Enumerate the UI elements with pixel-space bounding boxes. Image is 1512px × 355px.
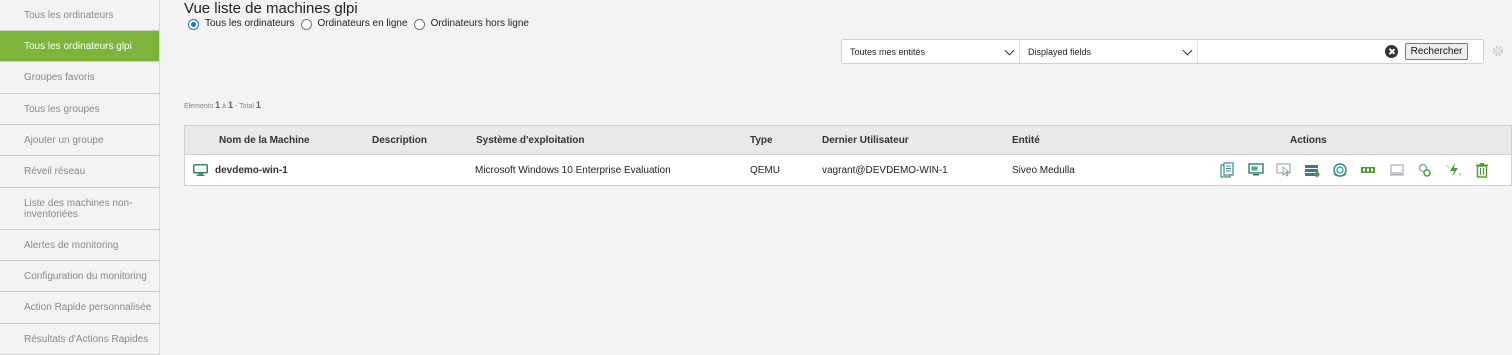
sidebar-item-machines-non-inventoriees[interactable]: Liste des machines non-inventoriées <box>0 188 159 230</box>
backup-icon[interactable] <box>1304 162 1320 178</box>
counter-total-prefix: - Total <box>234 103 254 110</box>
sidebar-item-label: Tous les groupes <box>24 103 100 115</box>
filter-radio-hors-ligne[interactable] <box>413 19 425 30</box>
column-header-description[interactable]: Description <box>372 135 427 146</box>
filter-radio-tous[interactable] <box>188 19 199 30</box>
machine-name-link[interactable]: devdemo-win-1 <box>215 165 288 176</box>
network-icon[interactable] <box>1360 162 1376 178</box>
remote-desktop-icon[interactable] <box>1248 162 1264 178</box>
filter-label-en-ligne[interactable]: Ordinateurs en ligne <box>318 18 408 29</box>
sidebar-item-reveil-reseau[interactable]: Réveil réseau <box>0 156 159 188</box>
entity-select[interactable]: Toutes mes entités <box>842 40 1020 63</box>
sidebar: Tous les ordinateurs Tous les ordinateur… <box>0 0 160 355</box>
sidebar-item-label: Tous les ordinateurs glpi <box>24 40 132 52</box>
sidebar-item-tous-les-groupes[interactable]: Tous les groupes <box>0 94 159 125</box>
search-bar: Toutes mes entités Displayed fields Rech… <box>841 39 1484 64</box>
filter-label-tous[interactable]: Tous les ordinateurs <box>205 18 295 29</box>
clear-icon[interactable] <box>1385 45 1398 58</box>
counter-to: 1 <box>227 100 233 110</box>
counter-prefix: Elements <box>184 103 214 110</box>
sidebar-item-label: Alertes de monitoring <box>24 239 119 251</box>
machine-filter-group: Tous les ordinateurs Ordinateurs en lign… <box>188 16 535 30</box>
quick-action-icon[interactable] <box>1446 162 1462 178</box>
delete-icon[interactable] <box>1474 162 1490 178</box>
column-header-last-user[interactable]: Dernier Utilisateur <box>822 135 909 146</box>
entity-select-value: Toutes mes entités <box>850 46 926 57</box>
sidebar-item-ajouter-un-groupe[interactable]: Ajouter un groupe <box>0 125 159 156</box>
search-input[interactable] <box>1214 43 1394 60</box>
machines-table: Nom de la Machine Description Système d'… <box>184 125 1512 186</box>
counter-middle: à <box>222 103 227 110</box>
monitor-icon <box>193 164 208 176</box>
fields-select[interactable]: Displayed fields <box>1020 40 1198 63</box>
sidebar-item-resultats-actions-rapides[interactable]: Résultats d'Actions Rapides <box>0 324 159 355</box>
inventory-icon[interactable] <box>1219 162 1235 178</box>
sidebar-item-label: Tous les ordinateurs <box>24 9 114 21</box>
sidebar-item-label: Action Rapide personnalisée <box>24 302 152 313</box>
sidebar-item-label: Groupes favoris <box>24 72 95 83</box>
sidebar-item-tous-les-ordinateurs-glpi[interactable]: Tous les ordinateurs glpi <box>0 31 159 62</box>
vnc-icon[interactable] <box>1276 162 1292 178</box>
console-icon[interactable] <box>1417 162 1433 178</box>
machine-entity: Siveo Medulla <box>1012 165 1075 176</box>
pagination-counter: Elements 1 à 1 - Total 1 <box>184 100 261 110</box>
counter-from: 1 <box>215 100 221 110</box>
sidebar-item-label: Ajouter un groupe <box>24 134 104 146</box>
column-header-type[interactable]: Type <box>750 135 773 146</box>
chevron-down-icon <box>1182 45 1193 56</box>
table-header: Nom de la Machine Description Système d'… <box>185 126 1511 155</box>
sidebar-item-label: Réveil réseau <box>24 166 86 177</box>
gear-icon[interactable] <box>1491 44 1505 58</box>
software-icon[interactable] <box>1332 162 1348 178</box>
sidebar-item-configuration-monitoring[interactable]: Configuration du monitoring <box>0 261 159 292</box>
search-button[interactable]: Rechercher <box>1405 43 1468 60</box>
sidebar-item-action-rapide-personnalisee[interactable]: Action Rapide personnalisée <box>0 292 159 324</box>
machine-type: QEMU <box>750 165 780 176</box>
sidebar-item-label: Résultats d'Actions Rapides <box>24 333 149 345</box>
column-header-actions: Actions <box>1290 135 1327 146</box>
table-row[interactable]: devdemo-win-1 Microsoft Windows 10 Enter… <box>185 155 1511 185</box>
sidebar-item-alertes-monitoring[interactable]: Alertes de monitoring <box>0 230 159 261</box>
column-header-os[interactable]: Système d'exploitation <box>476 135 585 146</box>
machine-os: Microsoft Windows 10 Enterprise Evaluati… <box>475 165 671 176</box>
filter-label-hors-ligne[interactable]: Ordinateurs hors ligne <box>431 18 529 29</box>
chevron-down-icon <box>1004 45 1015 56</box>
counter-total: 1 <box>255 100 261 110</box>
filter-radio-en-ligne[interactable] <box>300 19 312 30</box>
machine-last-user: vagrant@DEVDEMO-WIN-1 <box>822 165 948 176</box>
page-title: Vue liste de machines glpi <box>184 0 358 17</box>
sidebar-item-label: Liste des machines non-inventoriées <box>24 197 133 220</box>
fields-select-value: Displayed fields <box>1028 46 1092 57</box>
sidebar-item-groupes-favoris[interactable]: Groupes favoris <box>0 62 159 94</box>
sidebar-item-tous-les-ordinateurs[interactable]: Tous les ordinateurs <box>0 0 159 31</box>
column-header-entity[interactable]: Entité <box>1012 135 1040 146</box>
column-header-name[interactable]: Nom de la Machine <box>219 135 310 146</box>
app-root: Tous les ordinateurs Tous les ordinateur… <box>0 0 1512 355</box>
sidebar-item-label: Configuration du monitoring <box>24 270 147 282</box>
hardware-icon[interactable] <box>1389 162 1405 178</box>
